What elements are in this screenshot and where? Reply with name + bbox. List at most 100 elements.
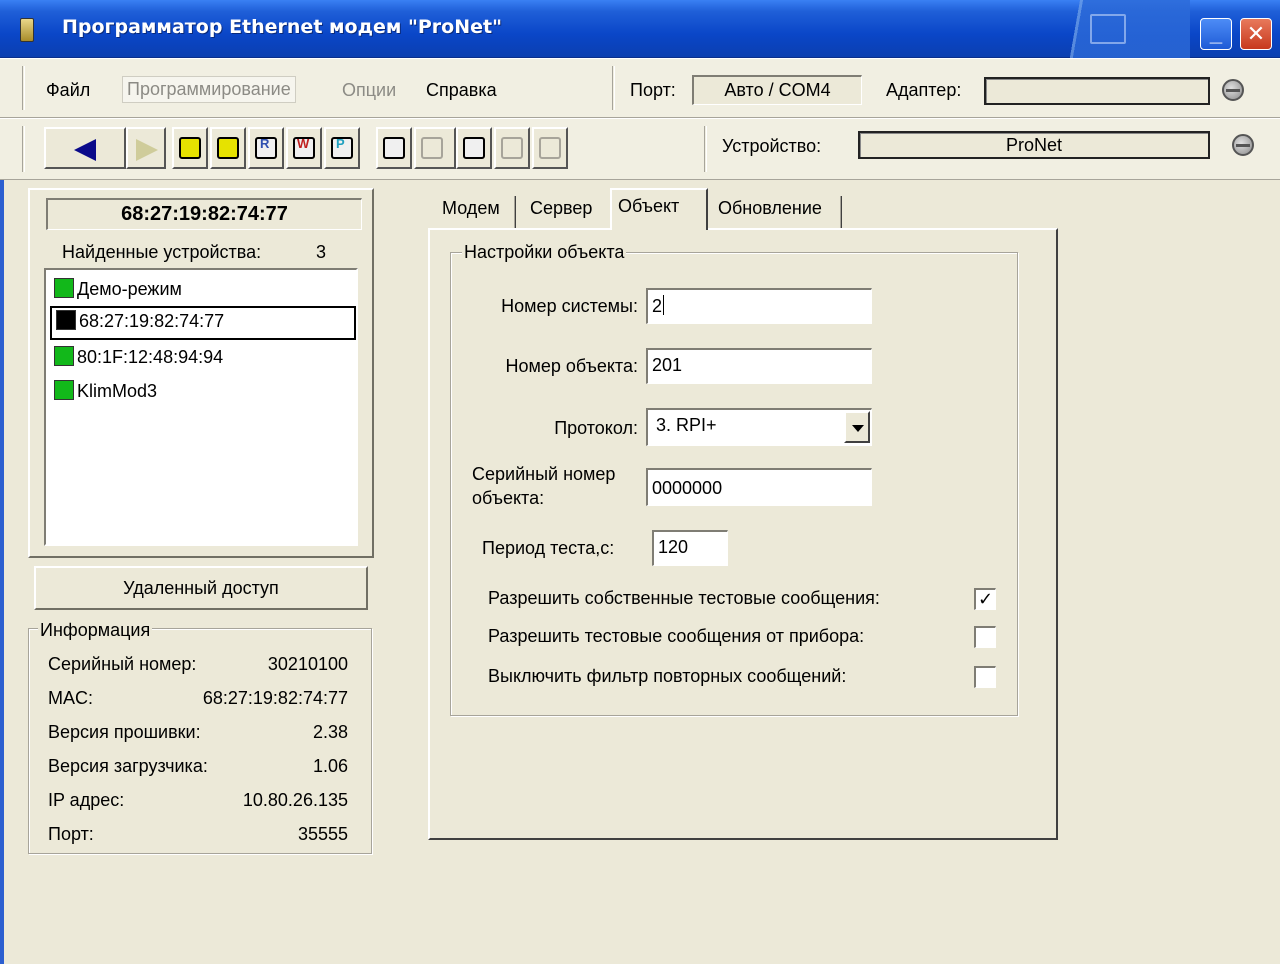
object-number-label: Номер объекта: bbox=[505, 356, 638, 376]
port-grip bbox=[612, 66, 615, 110]
info-ip-row: IP адрес: 10.80.26.135 bbox=[48, 790, 348, 811]
list-item[interactable]: KlimMod3 bbox=[54, 380, 354, 413]
info-bootloader-value: 1.06 bbox=[312, 756, 348, 776]
info-ip-label: IP адрес: bbox=[48, 790, 125, 810]
key-button[interactable] bbox=[414, 127, 456, 169]
read-icon bbox=[255, 136, 277, 159]
title-bar[interactable]: Программатор Ethernet модем "ProNet" _ ✕ bbox=[0, 0, 1280, 58]
list-icon bbox=[463, 137, 485, 159]
device-label: 68:27:19:82:74:77 bbox=[79, 311, 225, 331]
menu-programming[interactable]: Программирование bbox=[122, 76, 296, 103]
tab-server[interactable]: Сервер bbox=[524, 190, 599, 228]
menu-options[interactable]: Опции bbox=[342, 80, 396, 101]
checkbox-label-device-tests: Разрешить тестовые сообщения от прибора: bbox=[488, 626, 865, 646]
write-button[interactable] bbox=[286, 127, 322, 169]
printer-icon bbox=[501, 137, 523, 159]
info-serial-label: Серийный номер: bbox=[48, 654, 197, 674]
minimize-icon: _ bbox=[1209, 21, 1223, 46]
device-label: 80:1F:12:48:94:94 bbox=[77, 347, 224, 367]
read-button[interactable] bbox=[248, 127, 284, 169]
folder-icon bbox=[179, 137, 201, 159]
open-button[interactable] bbox=[172, 127, 208, 169]
back-button[interactable] bbox=[44, 127, 126, 169]
keyboard-icon bbox=[383, 137, 405, 159]
object-number-input[interactable]: 201 bbox=[646, 348, 872, 384]
serial-label-line2: объекта: bbox=[472, 488, 545, 508]
adapter-label: Адаптер: bbox=[886, 80, 962, 100]
device-status-square bbox=[54, 380, 74, 400]
info-port-value: 35555 bbox=[297, 824, 348, 844]
device-list[interactable]: Демо-режим 68:27:19:82:74:77 80:1F:12:48… bbox=[44, 268, 358, 546]
device-field: ProNet bbox=[858, 131, 1210, 159]
chevron-down-icon[interactable] bbox=[844, 411, 870, 443]
info-mac-value: 68:27:19:82:74:77 bbox=[202, 688, 348, 708]
tab-object[interactable]: Объект bbox=[610, 188, 708, 230]
info-button[interactable] bbox=[532, 127, 568, 169]
text-caret bbox=[663, 295, 665, 315]
port-select[interactable]: Авто / COM4 bbox=[692, 75, 862, 105]
selected-mac: 68:27:19:82:74:77 bbox=[46, 198, 362, 230]
protocol-value: 3. RPI+ bbox=[656, 415, 717, 435]
tab-update[interactable]: Обновление bbox=[712, 190, 828, 228]
menu-grip bbox=[22, 66, 25, 110]
device-label: KlimMod3 bbox=[77, 381, 158, 401]
forward-button[interactable] bbox=[126, 127, 166, 169]
info-serial-value: 30210100 bbox=[267, 654, 348, 674]
close-button[interactable]: ✕ bbox=[1240, 18, 1272, 50]
own-tests-checkbox[interactable]: ✓ bbox=[974, 588, 996, 610]
test-period-label: Период теста,с: bbox=[482, 538, 615, 558]
keyboard-button[interactable] bbox=[376, 127, 412, 169]
device-status-square bbox=[56, 310, 76, 330]
device-status-square bbox=[54, 278, 74, 298]
remote-access-button[interactable]: Удаленный доступ bbox=[34, 566, 368, 610]
system-number-input[interactable]: 2 bbox=[646, 288, 872, 324]
info-bootloader-label: Версия загрузчика: bbox=[48, 756, 208, 776]
toolbar-grip bbox=[22, 126, 25, 172]
test-period-input[interactable]: 120 bbox=[652, 530, 728, 566]
device-label: Устройство: bbox=[722, 136, 822, 156]
tab-modem[interactable]: Модем bbox=[436, 190, 506, 228]
device-status-square bbox=[54, 346, 74, 366]
info-port-row: Порт: 35555 bbox=[48, 824, 348, 845]
save-button[interactable] bbox=[210, 127, 246, 169]
program-icon bbox=[331, 136, 353, 159]
list-button[interactable] bbox=[456, 127, 492, 169]
system-number-value: 2 bbox=[652, 296, 663, 316]
info-ip-value: 10.80.26.135 bbox=[242, 790, 348, 810]
forward-arrow-icon bbox=[136, 139, 158, 161]
info-firmware-row: Версия прошивки: 2.38 bbox=[48, 722, 348, 743]
back-arrow-icon bbox=[74, 139, 96, 161]
list-item[interactable]: 80:1F:12:48:94:94 bbox=[54, 346, 354, 379]
close-icon: ✕ bbox=[1246, 21, 1266, 46]
device-status-icon bbox=[1232, 134, 1254, 156]
info-firmware-value: 2.38 bbox=[312, 722, 348, 742]
checkbox-label-own-tests: Разрешить собственные тестовые сообщения… bbox=[488, 588, 880, 608]
info-group-title: Информация bbox=[38, 620, 153, 641]
protocol-label: Протокол: bbox=[554, 418, 638, 438]
floppy-icon bbox=[217, 137, 239, 159]
list-item-selected[interactable]: 68:27:19:82:74:77 bbox=[50, 306, 356, 340]
key-icon bbox=[421, 137, 443, 159]
app-icon[interactable] bbox=[20, 18, 34, 42]
menu-file[interactable]: Файл bbox=[46, 80, 90, 101]
info-mac-label: MAC: bbox=[48, 688, 93, 708]
info-port-label: Порт: bbox=[48, 824, 94, 844]
exclamation-icon bbox=[539, 137, 561, 159]
program-button[interactable] bbox=[324, 127, 360, 169]
device-tests-checkbox[interactable] bbox=[974, 626, 996, 648]
protocol-select[interactable]: 3. RPI+ bbox=[646, 408, 872, 446]
menu-help[interactable]: Справка bbox=[426, 80, 497, 101]
tab-separator bbox=[840, 196, 842, 228]
checkbox-label-repeat-filter: Выключить фильтр повторных сообщений: bbox=[488, 666, 847, 686]
found-devices-label: Найденные устройства: bbox=[62, 242, 262, 262]
object-settings-title: Настройки объекта bbox=[462, 242, 627, 263]
print-button[interactable] bbox=[494, 127, 530, 169]
tab-separator bbox=[514, 196, 516, 228]
minimize-button[interactable]: _ bbox=[1200, 18, 1232, 50]
found-devices-count: 3 bbox=[316, 242, 327, 262]
system-number-label: Номер системы: bbox=[501, 296, 638, 316]
serial-number-input[interactable]: 0000000 bbox=[646, 468, 872, 506]
repeat-filter-checkbox[interactable] bbox=[974, 666, 996, 688]
write-icon bbox=[293, 136, 315, 159]
port-label: Порт: bbox=[630, 80, 676, 100]
